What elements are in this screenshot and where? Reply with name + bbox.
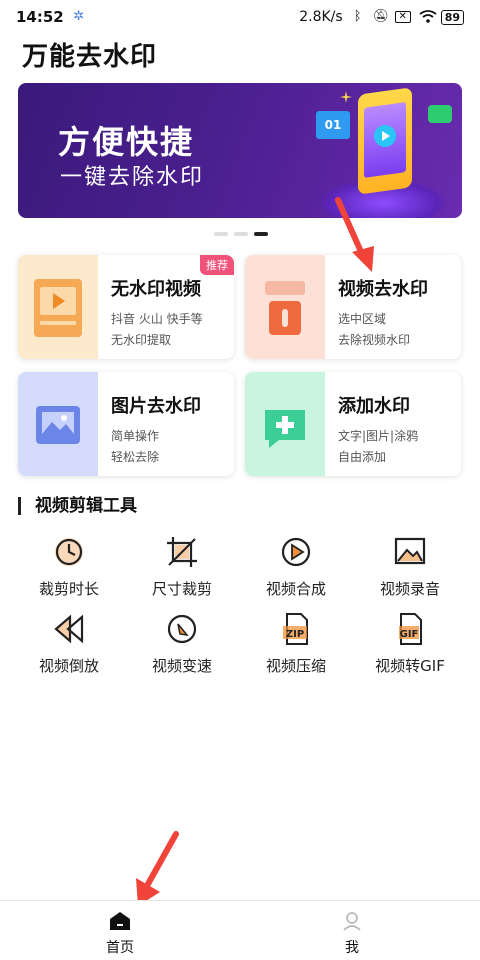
card-thumb [245,255,325,359]
pagination-dot-active[interactable] [254,232,268,236]
banner-pagination [214,232,268,236]
paint-roller-icon [261,279,309,337]
wifi-icon [419,10,437,24]
card-desc-2: 自由添加 [338,450,387,464]
card-title: 无水印视频 [111,279,201,300]
rewind-icon [52,612,86,646]
user-icon [341,911,363,931]
feature-card-no-watermark-video[interactable]: 无水印视频 抖音 火山 快手等 无水印提取 推荐 [18,255,234,359]
card-desc-2: 轻松去除 [111,450,160,464]
tool-label: 视频录音 [379,580,440,598]
svg-text:ZIP: ZIP [286,629,304,640]
network-speed: 2.8K/s [299,9,343,25]
nav-home[interactable]: 首页 [80,901,160,957]
image-audio-icon [393,535,427,569]
tool-label: 视频变速 [151,657,212,675]
tool-video-to-gif[interactable]: GIF 视频转GIF [355,612,465,676]
tool-video-speed[interactable]: 视频变速 [127,612,237,676]
status-right: 2.8K/s ᛒ 🔕︎ ✕ 89 [299,9,464,25]
feature-card-add-watermark[interactable]: 添加水印 文字|图片|涂鸦 自由添加 [245,372,461,476]
tool-size-crop[interactable]: 尺寸裁剪 [127,535,237,599]
card-desc-1: 文字|图片|涂鸦 [338,429,419,443]
pagination-dot[interactable] [214,232,228,236]
speed-icon [165,612,199,646]
status-bar: 14:52 ✲ 2.8K/s ᛒ 🔕︎ ✕ 89 [0,0,480,34]
battery-indicator: 89 [440,9,464,25]
card-thumb [245,372,325,476]
card-title: 视频去水印 [338,279,428,300]
tool-video-merge[interactable]: 视频合成 [241,535,351,599]
card-desc-1: 选中区域 [338,312,387,326]
tool-label: 视频转GIF [375,657,445,675]
nav-label: 我 [345,940,359,956]
video-file-icon [34,279,82,337]
nav-label: 首页 [106,940,134,956]
tool-label: 尺寸裁剪 [151,580,212,598]
annotation-arrow-icon [335,197,374,272]
banner-chat-icon [428,105,452,123]
image-frame-icon [34,396,82,454]
tool-video-compress[interactable]: ZIP 视频压缩 [241,612,351,676]
card-title: 添加水印 [338,396,410,417]
feature-card-image-remove-watermark[interactable]: 图片去水印 简单操作 轻松去除 [18,372,234,476]
banner-title: 方便快捷 [58,123,195,161]
sim-off-icon: ✕ [394,11,411,23]
card-thumb [18,255,98,359]
tool-video-reverse[interactable]: 视频倒放 [14,612,124,676]
banner-sparkle-icon [340,91,352,103]
sync-icon: ✲ [73,9,85,24]
recommend-badge: 推荐 [200,255,234,275]
card-desc-2: 去除视频水印 [338,333,411,347]
bluetooth-icon: ᛒ [353,9,362,24]
banner-play-icon [374,125,396,147]
page-title: 万能去水印 [22,42,158,72]
section-title-video-tools: 视频剪辑工具 [18,497,137,515]
card-desc-1: 抖音 火山 快手等 [111,312,203,326]
annotation-arrow-icon [136,831,179,906]
card-title: 图片去水印 [111,396,201,417]
nav-me[interactable]: 我 [312,901,392,957]
zip-icon: ZIP [279,612,313,646]
tool-label: 裁剪时长 [38,580,99,598]
svg-text:GIF: GIF [400,629,419,640]
bottom-navigation: 首页 我 [0,900,480,960]
card-desc-2: 无水印提取 [111,333,172,347]
promo-banner[interactable]: 方便快捷 一键去除水印 01 [18,83,462,218]
add-chat-icon [261,396,309,454]
banner-card-graphic: 01 [316,111,350,139]
tool-label: 视频合成 [265,580,326,598]
home-icon [109,911,131,931]
tool-trim-duration[interactable]: 裁剪时长 [14,535,124,599]
gif-icon: GIF [393,612,427,646]
card-desc-1: 简单操作 [111,429,160,443]
tool-label: 视频压缩 [265,657,326,675]
mute-icon: 🔕︎ [372,9,390,24]
card-thumb [18,372,98,476]
tool-label: 视频倒放 [38,657,99,675]
play-circle-icon [279,535,313,569]
pagination-dot[interactable] [234,232,248,236]
banner-subtitle: 一键去除水印 [60,165,205,190]
crop-icon [165,535,199,569]
clock-cut-icon [52,535,86,569]
tool-video-record-audio[interactable]: 视频录音 [355,535,465,599]
status-time: 14:52 [16,8,64,26]
